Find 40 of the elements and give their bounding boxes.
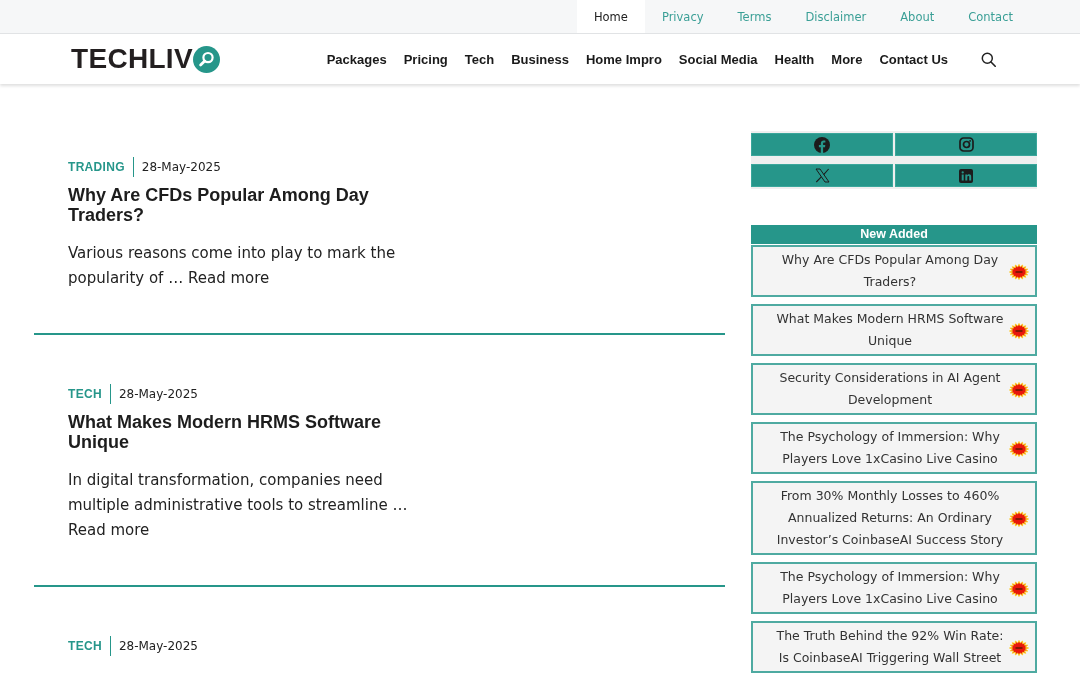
nav-link[interactable]: Pricing: [403, 51, 448, 67]
search-icon[interactable]: [981, 51, 996, 67]
sidebar-post-link[interactable]: Why Are CFDs Popular Among Day Traders?: [751, 245, 1037, 297]
nav-link[interactable]: Home Impro: [586, 51, 662, 67]
top-menu-link[interactable]: Home: [576, 0, 645, 33]
sidebar-post-link[interactable]: The Truth Behind the 92% Win Rate: Is CoinbaseAI Triggering Wall Street: [751, 621, 1037, 673]
x-logo-icon: [814, 168, 830, 183]
social-link[interactable]: [895, 133, 1037, 156]
category-link[interactable]: TECH: [68, 387, 102, 401]
nav-link[interactable]: Health: [774, 51, 815, 67]
instagram-icon: [958, 137, 974, 152]
post-date: 28-May-2025: [118, 387, 198, 401]
nav-link[interactable]: Tech: [464, 51, 495, 67]
read-more-link[interactable]: Read more: [187, 269, 270, 287]
nav-link[interactable]: Contact Us: [879, 51, 948, 67]
article-title[interactable]: Why Are CFDs Popular Among Day Traders?: [68, 185, 413, 225]
category-link[interactable]: TECH: [68, 639, 102, 653]
nav-link[interactable]: Packages: [326, 51, 387, 67]
nav-link[interactable]: Business: [511, 51, 569, 67]
article-excerpt: In digital transformation, companies need multiple administrative tools to streamline … Read more: [68, 470, 409, 541]
read-more-link[interactable]: Read more: [68, 521, 150, 539]
facebook-icon: [814, 136, 830, 153]
sidebar-post-link[interactable]: What Makes Modern HRMS Software Unique: [751, 304, 1037, 356]
social-link[interactable]: [895, 164, 1037, 187]
article-excerpt: Various reasons come into play to mark the popularity of … Read more: [68, 243, 397, 289]
nav-link[interactable]: Social Media: [678, 51, 758, 67]
magnifier-icon: [192, 45, 220, 73]
sidebar-post-link[interactable]: Security Considerations in AI Agent Development: [751, 363, 1037, 415]
linkedin-icon: [959, 168, 973, 183]
category-link[interactable]: TRADING: [68, 160, 125, 174]
widget-title: New Added: [751, 225, 1037, 244]
sidebar-post-link[interactable]: From 30% Monthly Losses to 460% Annualized Returns: An Ordinary Investor’s CoinbaseAI Success Story: [751, 481, 1037, 555]
article-title[interactable]: What Makes Modern HRMS Software Unique: [68, 412, 413, 452]
nav-link[interactable]: More: [831, 51, 863, 67]
sidebar-post-link[interactable]: The Psychology of Immersion: Why Players Love 1xCasino Live Casino: [751, 562, 1037, 614]
post-date: 28-May-2025: [141, 160, 221, 174]
social-link[interactable]: [751, 133, 893, 156]
sidebar-post-link[interactable]: The Psychology of Immersion: Why Players Love 1xCasino Live Casino: [751, 422, 1037, 474]
site-logo[interactable]: TECHLIV: [71, 44, 220, 74]
post-date: 28-May-2025: [118, 639, 198, 653]
